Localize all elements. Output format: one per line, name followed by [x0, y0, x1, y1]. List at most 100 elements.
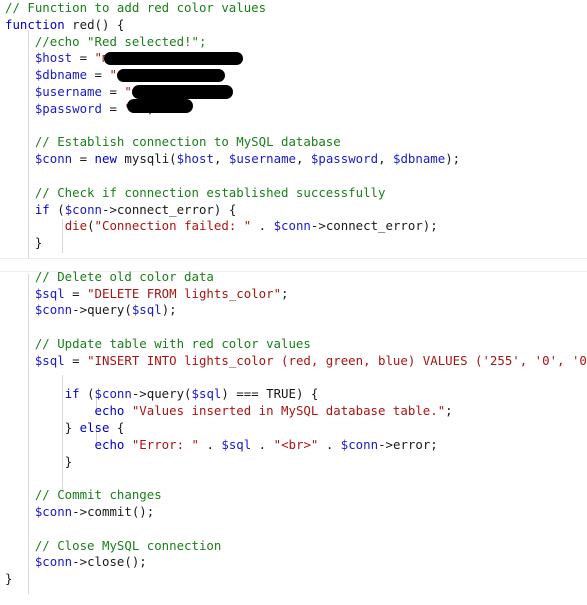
- code-line[interactable]: if ($conn->connect_error) {: [5, 202, 236, 219]
- token-pln: ->connect_error);: [310, 218, 438, 234]
- token-var: $password: [34, 100, 102, 116]
- code-line[interactable]: if ($conn->query($sql) === TRUE) {: [5, 386, 319, 403]
- token-fn: red: [72, 16, 95, 32]
- token-pln: );: [161, 302, 177, 318]
- token-pln: );: [445, 151, 461, 167]
- code-line[interactable]: echo "Error: " . $sql . "<br>" . $conn->…: [5, 437, 438, 454]
- code-line[interactable]: // Check if connection established succe…: [5, 184, 386, 202]
- code-line[interactable]: // Commit changes: [5, 487, 162, 504]
- token-pln: }: [5, 571, 13, 587]
- code-line[interactable]: $sql = "INSERT INTO lights_color (red, g…: [5, 353, 587, 370]
- token-cmt: // Delete old color data: [34, 268, 214, 284]
- token-pln: =: [101, 84, 125, 99]
- code-line[interactable]: // Function to add red color values: [5, 0, 266, 17]
- token-kw: else: [79, 420, 110, 435]
- token-var: $host: [176, 151, 214, 167]
- token-cmt: // Establish connection to MySQL databas…: [34, 134, 341, 150]
- token-pln: (: [79, 386, 95, 402]
- token-pln: (: [87, 218, 95, 234]
- token-str: "Error: ": [131, 436, 199, 452]
- token-var: $dbname: [34, 67, 88, 83]
- dbname-redaction: [117, 69, 225, 82]
- token-var: $conn: [273, 218, 311, 234]
- token-kw: echo: [94, 403, 125, 419]
- token-kw: function: [5, 16, 65, 32]
- token-pln: ,: [378, 151, 393, 167]
- token-pln: ->query(: [131, 386, 192, 402]
- code-line[interactable]: $conn->query($sql);: [5, 302, 177, 319]
- token-str: "INSERT INTO lights_color (red, green, b…: [87, 352, 587, 368]
- token-cmt: // Close MySQL connection: [34, 537, 222, 553]
- token-pln: [124, 403, 131, 418]
- token-pln: () {: [94, 16, 125, 32]
- token-str: "<br>": [273, 436, 319, 452]
- code-line[interactable]: }: [5, 235, 42, 252]
- token-var: $username: [34, 84, 102, 99]
- token-pln: =: [101, 100, 125, 116]
- code-editor[interactable]: // Function to add red color values funct…: [0, 0, 587, 605]
- password-redaction: [127, 99, 193, 113]
- token-str: "DELETE FROM lights_color": [87, 285, 282, 301]
- code-line[interactable]: // Update table with red color values: [5, 336, 311, 353]
- token-kw: echo: [94, 436, 125, 452]
- token-cmt: //echo "Red selected!";: [34, 33, 207, 49]
- token-str: "Values inserted in MySQL database table…: [131, 403, 446, 419]
- code-line[interactable]: $conn->commit();: [5, 504, 154, 521]
- token-var: $conn: [340, 436, 379, 452]
- code-line[interactable]: // Delete old color data: [5, 269, 214, 286]
- token-var: $sql: [34, 352, 65, 368]
- code-line[interactable]: } else {: [5, 420, 125, 437]
- code-line[interactable]: $sql = "DELETE FROM lights_color";: [5, 286, 289, 303]
- token-cmt: // Commit changes: [34, 487, 162, 503]
- token-pln: ->query(: [72, 302, 132, 318]
- token-pln: ,: [213, 151, 229, 167]
- token-pln: }: [34, 235, 43, 251]
- token-cmt: // Check if connection established succe…: [34, 184, 386, 200]
- token-pln: =: [64, 352, 88, 368]
- code-line[interactable]: die("Connection failed: " . $conn->conne…: [5, 218, 438, 235]
- token-pln: ) === TRUE) {: [221, 386, 319, 402]
- token-var: $host: [34, 50, 73, 66]
- token-var: $sql: [131, 302, 162, 318]
- code-line[interactable]: $conn = new mysqli($host, $username, $pa…: [5, 151, 460, 168]
- username-redaction: [132, 85, 233, 99]
- code-line[interactable]: $conn->close();: [5, 554, 147, 571]
- code-line[interactable]: echo "Values inserted in MySQL database …: [5, 403, 453, 420]
- token-kw: new: [94, 151, 117, 167]
- code-line[interactable]: // Close MySQL connection: [5, 537, 222, 555]
- token-pln: {: [109, 420, 125, 435]
- token-var: $conn: [34, 504, 73, 519]
- token-pln: (: [49, 201, 65, 217]
- token-str: "Connection failed: ": [94, 218, 252, 234]
- token-cmt: // Update table with red color values: [34, 336, 311, 351]
- code-line[interactable]: function red() {: [5, 17, 124, 34]
- token-var: $conn: [34, 302, 73, 318]
- host-redaction: [104, 52, 243, 65]
- token-pln: mysqli(: [116, 151, 177, 167]
- token-pln: .: [318, 436, 341, 452]
- token-pln: ->connect_error) {: [102, 201, 237, 217]
- token-pln: =: [72, 151, 95, 167]
- token-pln: ->error;: [378, 436, 438, 452]
- token-pln: ->commit();: [72, 504, 155, 519]
- token-pln: .: [251, 436, 274, 452]
- token-pln: [124, 437, 131, 452]
- code-line[interactable]: }: [5, 454, 72, 471]
- token-var: $conn: [64, 201, 102, 217]
- token-var: $sql: [34, 285, 65, 301]
- token-pln: ,: [296, 151, 311, 167]
- token-pln: =: [72, 50, 95, 66]
- token-pln: .: [251, 218, 274, 234]
- token-pln: ;: [281, 285, 289, 301]
- section-separator: [0, 258, 587, 259]
- code-line[interactable]: // Establish connection to MySQL databas…: [5, 134, 341, 151]
- token-cmt: // Function to add red color values: [5, 0, 267, 15]
- token-var: $conn: [34, 554, 73, 570]
- token-var: $conn: [94, 386, 132, 402]
- code-line[interactable]: }: [5, 571, 12, 588]
- token-var: $username: [228, 151, 296, 167]
- token-var: $dbname: [392, 151, 446, 167]
- token-var: $password: [310, 151, 379, 167]
- token-kw: if: [34, 201, 50, 217]
- code-line[interactable]: //echo "Red selected!";: [5, 33, 207, 51]
